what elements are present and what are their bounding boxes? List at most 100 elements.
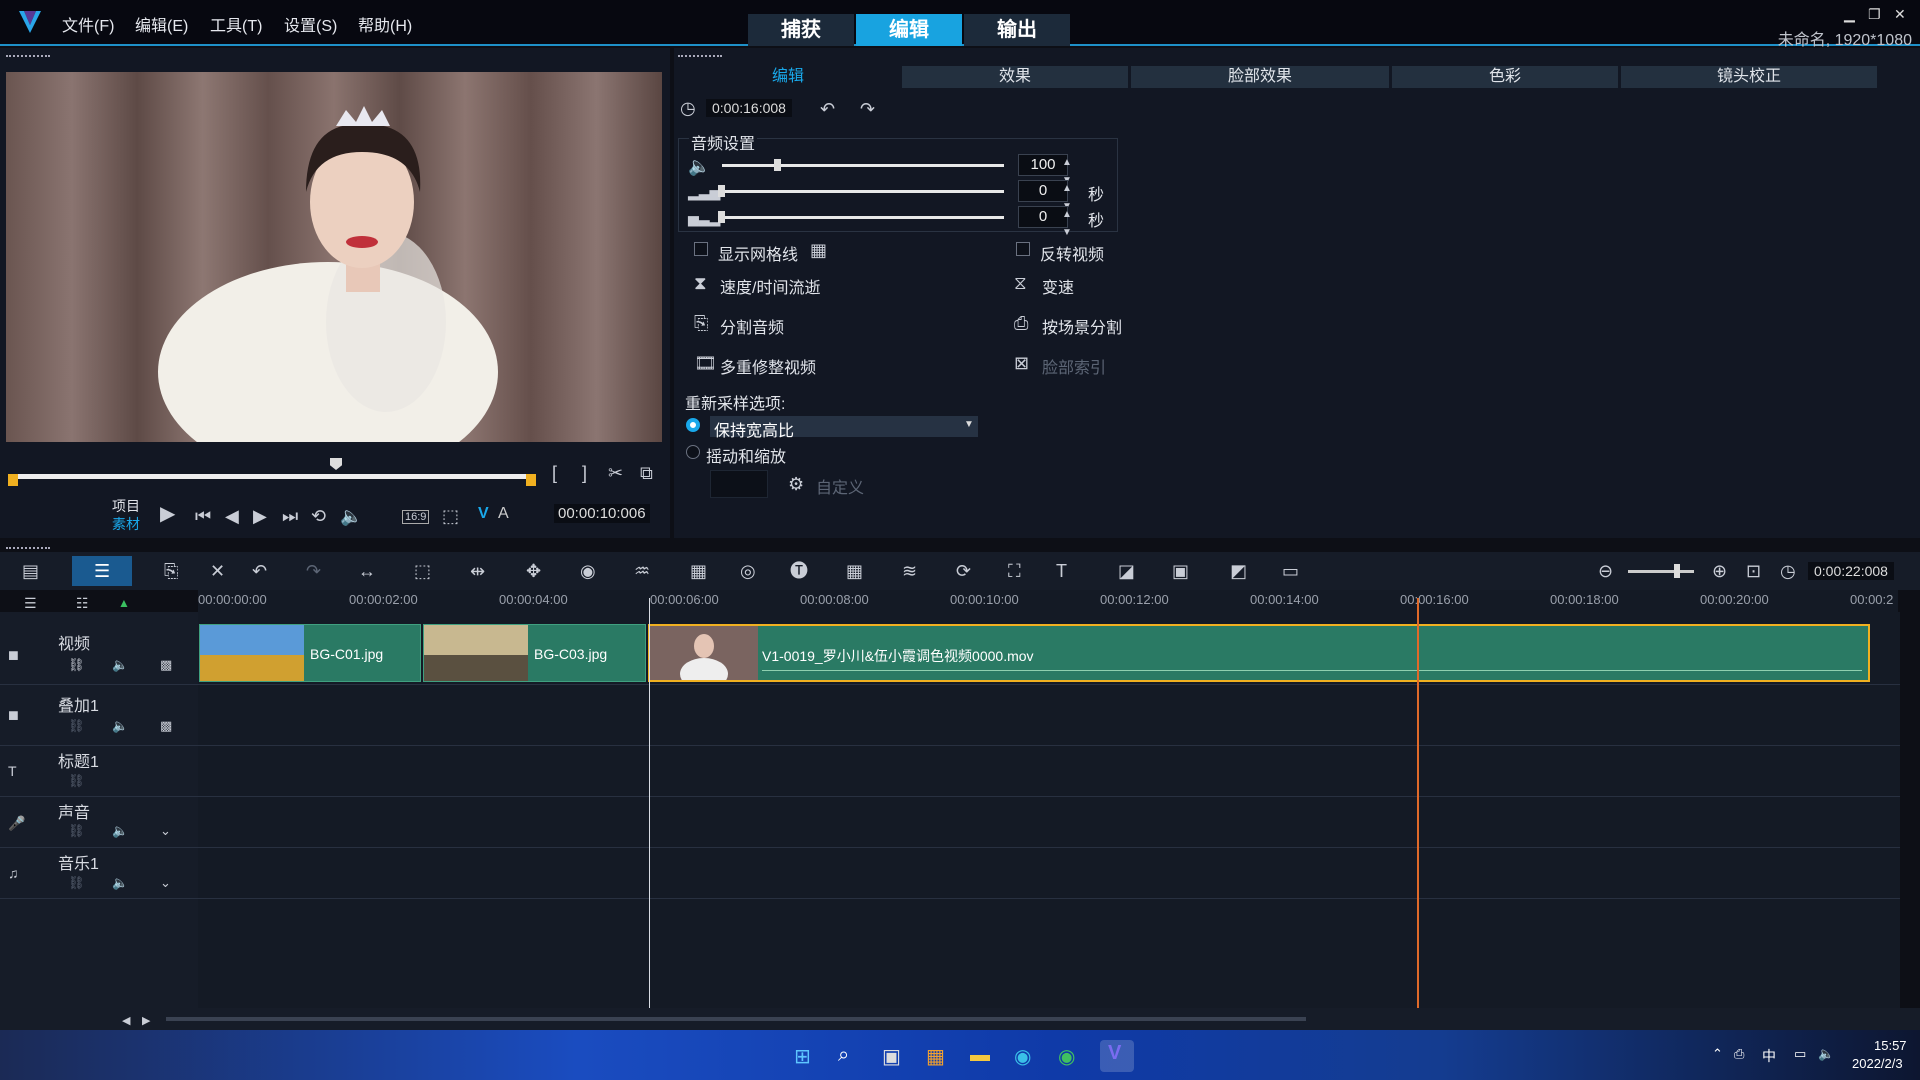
skip-end-icon[interactable]: ⏭: [282, 507, 298, 525]
crop-icon[interactable]: ⬚: [414, 562, 431, 580]
tab-capture[interactable]: 捕获: [748, 14, 854, 46]
tab-lens-correction[interactable]: 镜头校正: [1621, 66, 1877, 88]
ripple-icon[interactable]: ▲: [118, 594, 130, 612]
scrub-bar[interactable]: [12, 474, 532, 479]
track-manager-icon[interactable]: ⎘: [164, 562, 178, 580]
close-icon[interactable]: ✕: [1894, 6, 1906, 23]
speed-icon[interactable]: ⧗: [694, 274, 707, 292]
keep-aspect-radio[interactable]: [686, 418, 700, 432]
tab-edit[interactable]: 编辑: [856, 14, 962, 46]
audio-toggle[interactable]: A: [498, 505, 509, 523]
volume-slider[interactable]: [722, 164, 1004, 167]
split-audio-button[interactable]: 分割音频: [720, 314, 784, 338]
speed-ramp-icon[interactable]: ◩: [1230, 562, 1247, 580]
reverse-label[interactable]: 反转视频: [1040, 241, 1104, 265]
link-icon[interactable]: ⛓: [68, 717, 85, 735]
loop-icon[interactable]: ⟳: [956, 562, 971, 580]
restore-icon[interactable]: ❐: [1868, 6, 1881, 23]
fade-out-knob[interactable]: [718, 211, 725, 223]
scene-split-icon[interactable]: ⎙: [1014, 314, 1028, 332]
link-icon[interactable]: ⛓: [68, 772, 85, 790]
track-options-icon[interactable]: ☷: [76, 594, 89, 612]
clip-main-video[interactable]: V1-0019_罗小川&伍小霞调色视频0000.mov: [648, 624, 1870, 682]
crop-icon[interactable]: ⬚: [442, 507, 459, 525]
speaker-icon[interactable]: 🔈: [1818, 1046, 1834, 1062]
clip-bg-c01[interactable]: BG-C01.jpg: [199, 624, 421, 682]
resample-select[interactable]: 保持宽高比 ▼: [710, 416, 978, 440]
volume-input[interactable]: 100: [1018, 154, 1068, 176]
clip-label[interactable]: 素材: [112, 514, 140, 534]
track-mute-icon[interactable]: 🔈: [112, 717, 128, 735]
track-grid-icon[interactable]: ▩: [160, 656, 172, 674]
storyboard-view-icon[interactable]: ▤: [22, 562, 39, 580]
zoom-knob[interactable]: [1674, 564, 1680, 578]
menu-edit[interactable]: 编辑(E): [135, 12, 188, 36]
printer-icon[interactable]: ⎙: [1734, 1046, 1744, 1062]
play-icon[interactable]: ▶: [160, 504, 175, 524]
mark-out-icon[interactable]: ]: [582, 464, 587, 482]
reverse-checkbox[interactable]: [1016, 242, 1030, 256]
duration-field[interactable]: 0:00:16:008: [706, 99, 792, 117]
multi-trim-button[interactable]: 多重修整视频: [720, 354, 816, 378]
playhead[interactable]: [649, 598, 650, 1008]
speed-time-button[interactable]: 速度/时间流逝: [720, 274, 820, 298]
expand-icon[interactable]: ⌄: [160, 874, 171, 892]
repeat-icon[interactable]: ⟲: [311, 507, 326, 525]
grid-icon[interactable]: ▦: [846, 562, 863, 580]
mask-icon[interactable]: ◪: [1118, 562, 1135, 580]
grid-icon[interactable]: ▦: [810, 241, 827, 259]
search-icon[interactable]: ⌕: [838, 1044, 849, 1067]
stabilize-icon[interactable]: ▣: [1172, 562, 1189, 580]
panel-grip[interactable]: [6, 547, 50, 550]
rotate-left-icon[interactable]: ↶: [820, 100, 835, 118]
store-icon[interactable]: ▦: [926, 1044, 945, 1069]
aspect-ratio-button[interactable]: 16:9: [402, 510, 430, 524]
trim-start-handle[interactable]: [8, 474, 18, 486]
variable-speed-button[interactable]: 变速: [1042, 274, 1074, 298]
frame-icon[interactable]: ⛶: [1008, 562, 1021, 580]
variable-speed-icon[interactable]: ⧖: [1014, 274, 1027, 292]
task-view-icon[interactable]: ▣: [882, 1044, 901, 1069]
clip-bg-c03[interactable]: BG-C03.jpg: [423, 624, 646, 682]
scene-split-button[interactable]: 按场景分割: [1042, 314, 1122, 338]
track-mute-icon[interactable]: 🔈: [112, 656, 128, 674]
tools-icon[interactable]: ✕: [210, 562, 225, 580]
link-icon[interactable]: ⛓: [68, 874, 85, 892]
copy-icon[interactable]: ⧉: [640, 464, 653, 482]
tab-color[interactable]: 色彩: [1392, 66, 1618, 88]
track-list-icon[interactable]: ☰: [24, 594, 37, 612]
menu-tools[interactable]: 工具(T): [210, 12, 262, 36]
fade-in-slider[interactable]: [722, 190, 1004, 193]
link-icon[interactable]: ⛓: [68, 656, 85, 674]
show-grid-checkbox[interactable]: [694, 242, 708, 256]
fade-out-spinner-icon[interactable]: ▲ ▼: [1062, 206, 1072, 242]
show-grid-label[interactable]: 显示网格线: [718, 241, 798, 265]
blend-icon[interactable]: ◎: [740, 562, 756, 580]
scissors-icon[interactable]: ✂: [608, 464, 623, 482]
start-icon[interactable]: ⊞: [794, 1044, 811, 1069]
ime-indicator[interactable]: 中: [1762, 1046, 1776, 1066]
3d-title-icon[interactable]: T: [1056, 562, 1067, 580]
fade-in-input[interactable]: 0: [1018, 180, 1068, 202]
zoom-in-icon[interactable]: ⊕: [1712, 562, 1727, 580]
browser-icon[interactable]: ◉: [1058, 1044, 1075, 1069]
undo-icon[interactable]: ↶: [252, 562, 267, 580]
pan-zoom-label[interactable]: 摇动和缩放: [706, 443, 786, 467]
menu-settings[interactable]: 设置(S): [284, 12, 337, 36]
panel-grip[interactable]: [678, 55, 722, 58]
fade-out-input[interactable]: 0: [1018, 206, 1068, 228]
fade-in-knob[interactable]: [718, 185, 725, 197]
audio-wave-icon[interactable]: ♒: [634, 562, 650, 580]
record-icon[interactable]: ◉: [580, 562, 596, 580]
skip-start-icon[interactable]: ⏮: [195, 507, 211, 525]
menu-file[interactable]: 文件(F): [62, 12, 114, 36]
panel-grip[interactable]: [6, 55, 50, 58]
network-icon[interactable]: ▭: [1794, 1046, 1806, 1062]
tab-face-effects[interactable]: 脸部效果: [1131, 66, 1389, 88]
tab-output[interactable]: 输出: [964, 14, 1070, 46]
scroll-right-icon[interactable]: ▶: [142, 1012, 150, 1030]
minimize-icon[interactable]: ▁: [1844, 6, 1855, 23]
trim-end-handle[interactable]: [526, 474, 536, 486]
track-mute-icon[interactable]: 🔈: [112, 874, 128, 892]
split-icon[interactable]: ⇹: [470, 562, 485, 580]
